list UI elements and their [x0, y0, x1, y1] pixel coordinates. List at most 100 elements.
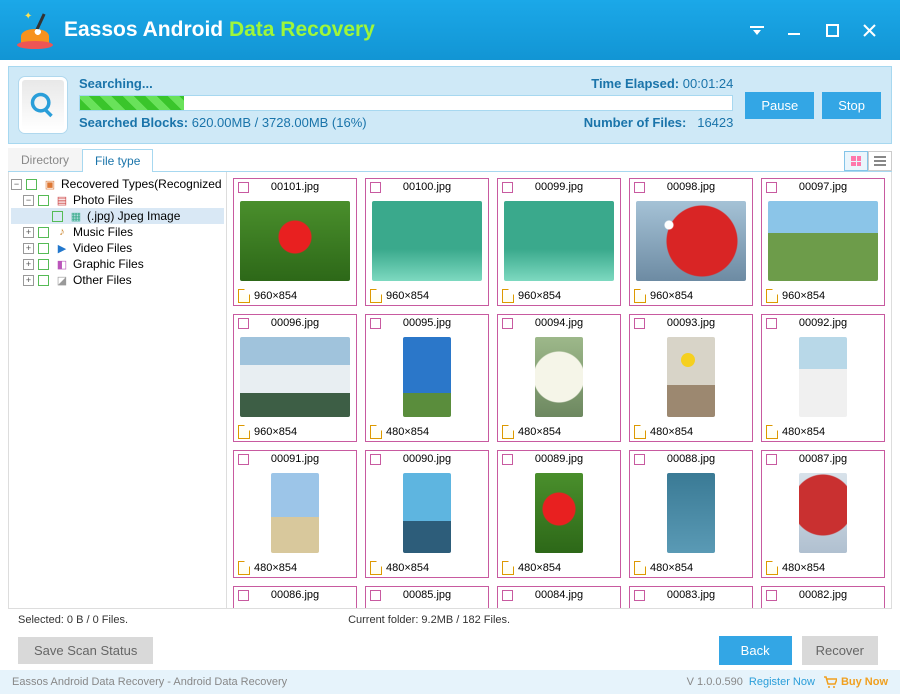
- file-dimensions: 960×854: [650, 290, 693, 302]
- file-checkbox[interactable]: [502, 590, 513, 601]
- file-checkbox[interactable]: [502, 318, 513, 329]
- back-button[interactable]: Back: [719, 636, 792, 665]
- tree-expand-icon[interactable]: +: [23, 243, 34, 254]
- file-card[interactable]: 00084.jpg: [497, 586, 621, 608]
- maximize-button[interactable]: [826, 23, 839, 37]
- file-name: 00097.jpg: [799, 181, 847, 193]
- tree-photo-label: Photo Files: [73, 193, 133, 207]
- file-card[interactable]: 00087.jpg480×854: [761, 450, 885, 578]
- file-card[interactable]: 00096.jpg960×854: [233, 314, 357, 442]
- elapsed-value: 00:01:24: [683, 76, 734, 91]
- file-thumbnail: [636, 333, 746, 421]
- file-card[interactable]: 00083.jpg: [629, 586, 753, 608]
- file-card[interactable]: 00094.jpg480×854: [497, 314, 621, 442]
- tree-checkbox[interactable]: [38, 275, 49, 286]
- file-card[interactable]: 00088.jpg480×854: [629, 450, 753, 578]
- view-list-button[interactable]: [868, 151, 892, 171]
- status-bar: Selected: 0 B / 0 Files. Current folder:…: [8, 608, 892, 630]
- file-card[interactable]: 00093.jpg480×854: [629, 314, 753, 442]
- tree-expand-icon[interactable]: +: [23, 275, 34, 286]
- file-checkbox[interactable]: [634, 182, 645, 193]
- tree-checkbox[interactable]: [52, 211, 63, 222]
- file-checkbox[interactable]: [634, 590, 645, 601]
- file-card[interactable]: 00097.jpg960×854: [761, 178, 885, 306]
- file-checkbox[interactable]: [370, 590, 381, 601]
- file-checkbox[interactable]: [766, 182, 777, 193]
- file-thumbnail: [372, 197, 482, 285]
- view-grid-button[interactable]: [844, 151, 868, 171]
- tree-other-files[interactable]: + ◪ Other Files: [11, 272, 224, 288]
- tree-root[interactable]: − ▣ Recovered Types(Recognized: [11, 176, 224, 192]
- file-card[interactable]: 00090.jpg480×854: [365, 450, 489, 578]
- tree-expand-icon[interactable]: +: [23, 259, 34, 270]
- tree-checkbox[interactable]: [38, 243, 49, 254]
- file-checkbox[interactable]: [238, 182, 249, 193]
- tree-checkbox[interactable]: [38, 227, 49, 238]
- thumbnail-grid-wrap[interactable]: 00101.jpg960×85400100.jpg960×85400099.jp…: [227, 172, 891, 608]
- file-checkbox[interactable]: [238, 590, 249, 601]
- file-card[interactable]: 00082.jpg: [761, 586, 885, 608]
- file-card[interactable]: 00091.jpg480×854: [233, 450, 357, 578]
- pause-button[interactable]: Pause: [745, 92, 814, 119]
- file-card[interactable]: 00092.jpg480×854: [761, 314, 885, 442]
- tab-file-type[interactable]: File type: [82, 149, 153, 172]
- file-card[interactable]: 00099.jpg960×854: [497, 178, 621, 306]
- menu-dropdown-icon[interactable]: [750, 23, 764, 37]
- file-checkbox[interactable]: [370, 454, 381, 465]
- video-icon: ▶: [55, 241, 69, 255]
- tree-expand-icon[interactable]: +: [23, 227, 34, 238]
- file-checkbox[interactable]: [238, 318, 249, 329]
- tree-checkbox[interactable]: [26, 179, 37, 190]
- file-name: 00085.jpg: [403, 589, 451, 601]
- file-icon: [370, 425, 382, 439]
- file-name: 00088.jpg: [667, 453, 715, 465]
- minimize-button[interactable]: [788, 23, 802, 37]
- file-checkbox[interactable]: [634, 318, 645, 329]
- save-scan-button[interactable]: Save Scan Status: [18, 637, 153, 664]
- file-checkbox[interactable]: [238, 454, 249, 465]
- file-card[interactable]: 00095.jpg480×854: [365, 314, 489, 442]
- file-checkbox[interactable]: [766, 454, 777, 465]
- file-card[interactable]: 00086.jpg: [233, 586, 357, 608]
- file-checkbox[interactable]: [634, 454, 645, 465]
- tree-checkbox[interactable]: [38, 259, 49, 270]
- file-card[interactable]: 00098.jpg960×854: [629, 178, 753, 306]
- file-checkbox[interactable]: [370, 318, 381, 329]
- file-dimensions: 480×854: [254, 562, 297, 574]
- file-checkbox[interactable]: [502, 454, 513, 465]
- file-card[interactable]: 00101.jpg960×854: [233, 178, 357, 306]
- tree-checkbox[interactable]: [38, 195, 49, 206]
- file-thumbnail: [240, 197, 350, 285]
- file-name: 00094.jpg: [535, 317, 583, 329]
- file-card[interactable]: 00089.jpg480×854: [497, 450, 621, 578]
- file-thumbnail: [372, 333, 482, 421]
- file-thumbnail: [636, 197, 746, 285]
- file-thumbnail: [372, 605, 482, 608]
- window-controls: [750, 23, 884, 37]
- file-icon: [502, 425, 514, 439]
- recover-button[interactable]: Recover: [802, 636, 878, 665]
- file-name: 00096.jpg: [271, 317, 319, 329]
- file-card[interactable]: 00085.jpg: [365, 586, 489, 608]
- file-checkbox[interactable]: [766, 318, 777, 329]
- file-card[interactable]: 00100.jpg960×854: [365, 178, 489, 306]
- footer-bar: Eassos Android Data Recovery - Android D…: [0, 670, 900, 694]
- file-checkbox[interactable]: [370, 182, 381, 193]
- file-checkbox[interactable]: [766, 590, 777, 601]
- tree-jpeg[interactable]: ▦ (.jpg) Jpeg Image: [11, 208, 224, 224]
- file-thumbnail: [240, 605, 350, 608]
- tree-video-files[interactable]: + ▶ Video Files: [11, 240, 224, 256]
- buy-now-link[interactable]: Buy Now: [823, 676, 888, 688]
- tree-photo-files[interactable]: − ▤ Photo Files: [11, 192, 224, 208]
- register-link[interactable]: Register Now: [749, 676, 815, 688]
- file-icon: [370, 561, 382, 575]
- tree-music-files[interactable]: + ♪ Music Files: [11, 224, 224, 240]
- tree-graphic-files[interactable]: + ◧ Graphic Files: [11, 256, 224, 272]
- file-thumbnail: [372, 469, 482, 557]
- stop-button[interactable]: Stop: [822, 92, 881, 119]
- tree-collapse-icon[interactable]: −: [11, 179, 22, 190]
- file-checkbox[interactable]: [502, 182, 513, 193]
- close-button[interactable]: [863, 23, 876, 37]
- tree-collapse-icon[interactable]: −: [23, 195, 34, 206]
- tab-directory[interactable]: Directory: [8, 148, 82, 171]
